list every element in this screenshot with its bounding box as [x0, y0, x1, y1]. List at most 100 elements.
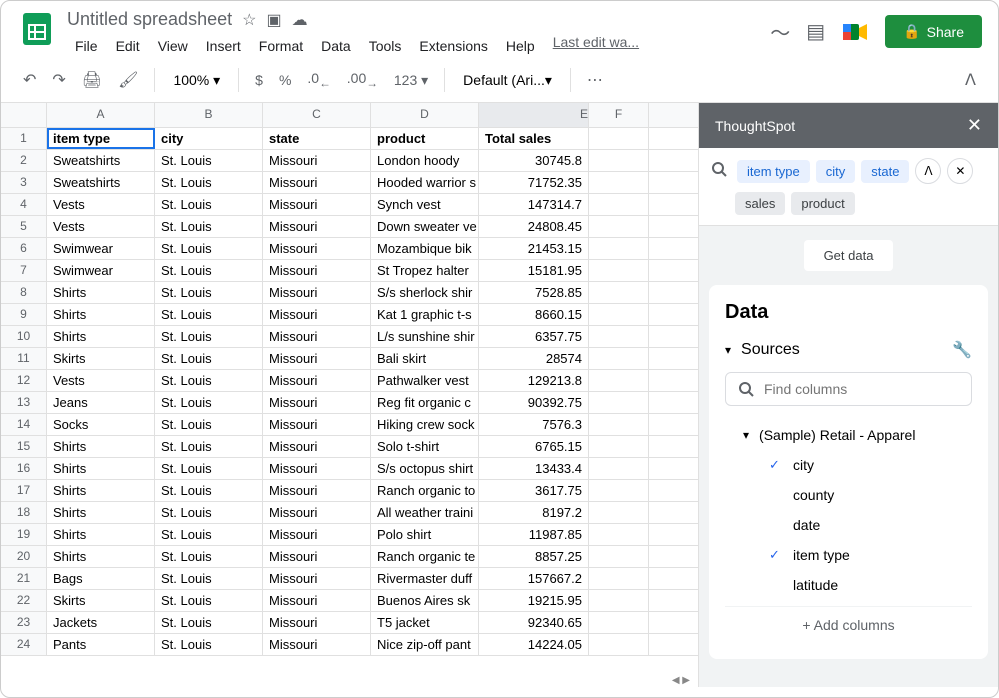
row-header[interactable]: 21	[1, 568, 47, 589]
cell[interactable]: Vests	[47, 194, 155, 215]
cell[interactable]: Buenos Aires sk	[371, 590, 479, 611]
cell[interactable]: St. Louis	[155, 634, 263, 655]
chip-product[interactable]: product	[791, 192, 854, 215]
cell[interactable]: St. Louis	[155, 150, 263, 171]
font-dropdown[interactable]: Default (Ari... ▾	[455, 68, 560, 93]
cell[interactable]: Synch vest	[371, 194, 479, 215]
cell[interactable]	[589, 172, 649, 193]
cell[interactable]	[589, 260, 649, 281]
cell[interactable]: 71752.35	[479, 172, 589, 193]
menu-tools[interactable]: Tools	[361, 34, 410, 58]
cell[interactable]: state	[263, 128, 371, 149]
cell[interactable]: 3617.75	[479, 480, 589, 501]
cell[interactable]: Missouri	[263, 634, 371, 655]
chip-city[interactable]: city	[816, 160, 856, 183]
cell[interactable]: St. Louis	[155, 238, 263, 259]
cell[interactable]: Shirts	[47, 282, 155, 303]
cell[interactable]: 19215.95	[479, 590, 589, 611]
menu-extensions[interactable]: Extensions	[411, 34, 495, 58]
cell[interactable]: 14224.05	[479, 634, 589, 655]
row-header[interactable]: 8	[1, 282, 47, 303]
cell[interactable]: T5 jacket	[371, 612, 479, 633]
cell[interactable]	[589, 392, 649, 413]
cell[interactable]: 7576.3	[479, 414, 589, 435]
cell[interactable]: Shirts	[47, 326, 155, 347]
cell[interactable]: Total sales	[479, 128, 589, 149]
cell[interactable]: Jackets	[47, 612, 155, 633]
cell[interactable]	[589, 150, 649, 171]
row-header[interactable]: 18	[1, 502, 47, 523]
cell[interactable]: product	[371, 128, 479, 149]
cell[interactable]: Missouri	[263, 238, 371, 259]
cell[interactable]: Socks	[47, 414, 155, 435]
cell[interactable]	[589, 502, 649, 523]
cell[interactable]: S/s sherlock shir	[371, 282, 479, 303]
cell[interactable]: St. Louis	[155, 612, 263, 633]
cell[interactable]: 30745.8	[479, 150, 589, 171]
cell[interactable]: St. Louis	[155, 524, 263, 545]
row-header[interactable]: 9	[1, 304, 47, 325]
cell[interactable]: St. Louis	[155, 392, 263, 413]
cell[interactable]: St. Louis	[155, 590, 263, 611]
redo-icon[interactable]: ↷	[46, 64, 71, 96]
cell[interactable]: St. Louis	[155, 304, 263, 325]
cell[interactable]: Skirts	[47, 590, 155, 611]
menu-help[interactable]: Help	[498, 34, 543, 58]
cell[interactable]: Missouri	[263, 414, 371, 435]
cell[interactable]: 28574	[479, 348, 589, 369]
cell[interactable]: Rivermaster duff	[371, 568, 479, 589]
cell[interactable]: Missouri	[263, 546, 371, 567]
cell[interactable]: 8197.2	[479, 502, 589, 523]
sources-toggle[interactable]: ▾ Sources	[725, 341, 800, 359]
cell[interactable]: Missouri	[263, 172, 371, 193]
chip-sales[interactable]: sales	[735, 192, 785, 215]
row-header[interactable]: 7	[1, 260, 47, 281]
cell[interactable]	[589, 370, 649, 391]
row-header[interactable]: 15	[1, 436, 47, 457]
cell[interactable]: Missouri	[263, 480, 371, 501]
cell[interactable]: Missouri	[263, 568, 371, 589]
row-header[interactable]: 24	[1, 634, 47, 655]
row-header[interactable]: 22	[1, 590, 47, 611]
cell[interactable]: Missouri	[263, 282, 371, 303]
cell[interactable]: Missouri	[263, 260, 371, 281]
column-item[interactable]: ✓city	[725, 450, 972, 480]
find-columns-search[interactable]	[725, 372, 972, 406]
cell[interactable]: Shirts	[47, 480, 155, 501]
cell[interactable]: St. Louis	[155, 282, 263, 303]
cell[interactable]	[589, 612, 649, 633]
cell[interactable]	[589, 128, 649, 149]
cell[interactable]: Missouri	[263, 590, 371, 611]
cloud-icon[interactable]: ☁	[292, 10, 308, 30]
decrease-decimal-button[interactable]: .0←	[301, 66, 336, 94]
cell[interactable]: Shirts	[47, 502, 155, 523]
cell[interactable]	[589, 238, 649, 259]
row-header[interactable]: 23	[1, 612, 47, 633]
cell[interactable]: Missouri	[263, 370, 371, 391]
cell[interactable]: Shirts	[47, 524, 155, 545]
horizontal-scrollbar[interactable]: ◀ ▶	[1, 673, 698, 687]
cell[interactable]: Polo shirt	[371, 524, 479, 545]
find-columns-input[interactable]	[764, 381, 959, 397]
row-header[interactable]: 14	[1, 414, 47, 435]
cell[interactable]: Missouri	[263, 458, 371, 479]
chip-state[interactable]: state	[861, 160, 909, 183]
cell[interactable]: Sweatshirts	[47, 150, 155, 171]
cell[interactable]: 129213.8	[479, 370, 589, 391]
numfmt-dropdown[interactable]: 123 ▾	[388, 68, 434, 93]
print-icon[interactable]: 🖨	[76, 64, 108, 96]
cell[interactable]: 90392.75	[479, 392, 589, 413]
cell[interactable]: Missouri	[263, 194, 371, 215]
cell[interactable]: Skirts	[47, 348, 155, 369]
cell[interactable]: Missouri	[263, 612, 371, 633]
column-item[interactable]: date	[725, 510, 972, 540]
close-icon[interactable]: ✕	[967, 115, 982, 136]
cell[interactable]: St. Louis	[155, 216, 263, 237]
cell[interactable]: 11987.85	[479, 524, 589, 545]
row-header[interactable]: 16	[1, 458, 47, 479]
cell[interactable]: item type	[47, 128, 155, 149]
cell[interactable]: Missouri	[263, 216, 371, 237]
cell[interactable]: 24808.45	[479, 216, 589, 237]
cell[interactable]: 6357.75	[479, 326, 589, 347]
cell[interactable]: Ranch organic te	[371, 546, 479, 567]
